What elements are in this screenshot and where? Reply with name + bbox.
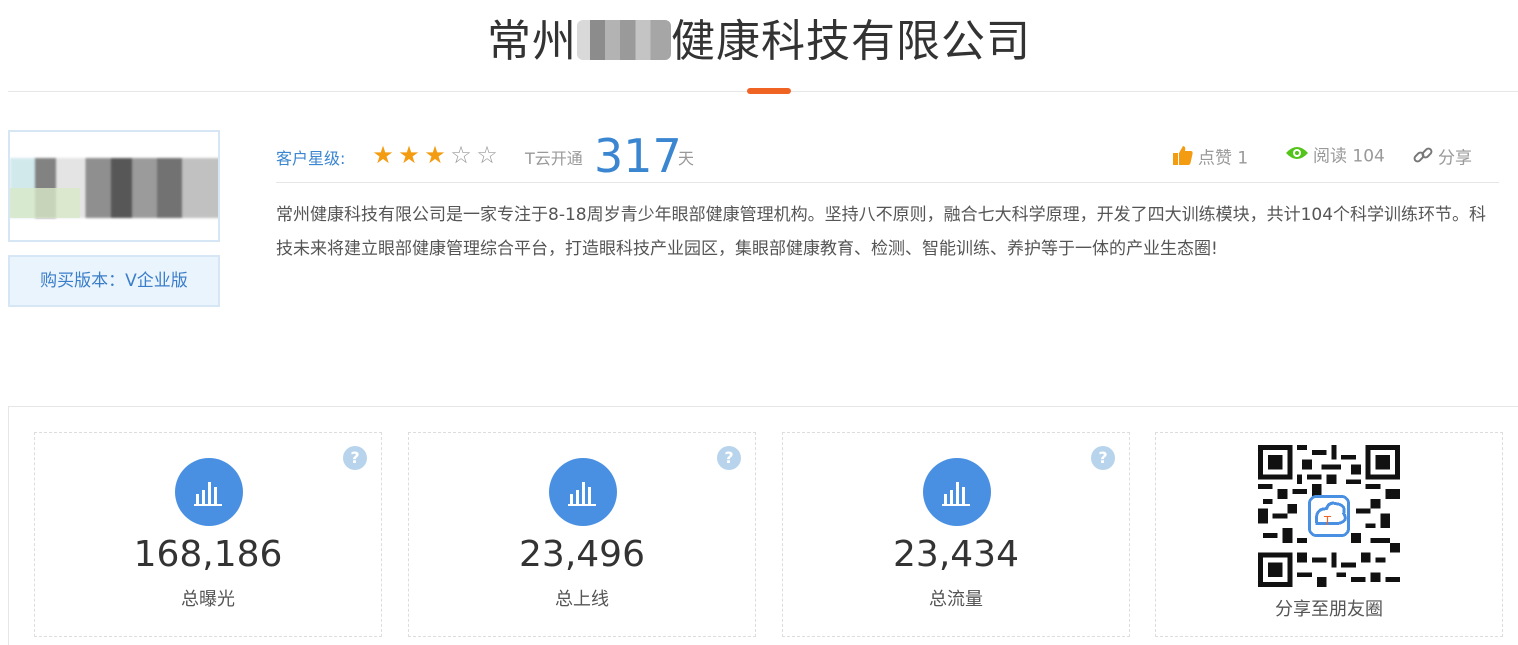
share-label: 分享 bbox=[1438, 148, 1472, 169]
read-count: 阅读 104 bbox=[1285, 144, 1385, 168]
stat-card-traffic: ? 23,434 总流量 bbox=[782, 432, 1130, 637]
stat-card-exposure: ? 168,186 总曝光 bbox=[34, 432, 382, 637]
stat-label: 总曝光 bbox=[181, 589, 235, 610]
svg-text:T: T bbox=[1324, 513, 1332, 528]
help-icon[interactable]: ? bbox=[343, 446, 367, 470]
title-suffix: 健康科技有限公司 bbox=[671, 16, 1031, 67]
like-button[interactable]: 点赞 1 bbox=[1172, 144, 1249, 169]
redacted-name-mask bbox=[577, 20, 671, 60]
stat-card-online: ? 23,496 总上线 bbox=[408, 432, 756, 637]
version-badge: 购买版本：V企业版 bbox=[8, 255, 220, 307]
company-description: 常州健康科技有限公司是一家专注于8-18周岁青少年眼部健康管理机构。坚持八不原则… bbox=[276, 205, 1487, 259]
star-rating-label: 客户星级: bbox=[276, 149, 346, 168]
star-rating: ★ ★ ★ ☆ ☆ bbox=[370, 142, 500, 168]
bar-chart-icon bbox=[549, 458, 617, 526]
stat-value: 23,434 bbox=[893, 534, 1019, 575]
stat-label: 总上线 bbox=[555, 589, 609, 610]
help-icon[interactable]: ? bbox=[717, 446, 741, 470]
star-filled-icon: ★ bbox=[424, 141, 446, 169]
link-icon bbox=[1412, 144, 1434, 173]
bar-chart-icon bbox=[923, 458, 991, 526]
star-empty-icon: ☆ bbox=[450, 141, 472, 169]
days-value: 317 bbox=[594, 129, 682, 183]
tyun-label: T云开通 bbox=[525, 149, 583, 168]
qr-share-label: 分享至朋友圈 bbox=[1275, 599, 1383, 620]
title-accent-bar bbox=[747, 88, 791, 94]
help-icon[interactable]: ? bbox=[1091, 446, 1115, 470]
qr-code[interactable]: T bbox=[1258, 445, 1400, 587]
read-label: 阅读 104 bbox=[1313, 146, 1385, 167]
star-filled-icon: ★ bbox=[372, 141, 394, 169]
meta-divider bbox=[276, 182, 1499, 183]
logo-image-blurred-part bbox=[10, 188, 80, 218]
company-logo bbox=[8, 130, 220, 242]
like-label: 点赞 1 bbox=[1198, 148, 1249, 169]
share-button[interactable]: 分享 bbox=[1412, 144, 1472, 169]
stat-label: 总流量 bbox=[929, 589, 983, 610]
bar-chart-icon bbox=[175, 458, 243, 526]
stat-value: 23,496 bbox=[519, 534, 645, 575]
star-filled-icon: ★ bbox=[398, 141, 420, 169]
company-title: 常州 健康科技有限公司 bbox=[0, 12, 1518, 72]
qr-share-card: T 分享至朋友圈 bbox=[1155, 432, 1503, 637]
stat-value: 168,186 bbox=[133, 534, 283, 575]
eye-icon bbox=[1285, 144, 1309, 169]
page-header: 常州 健康科技有限公司 bbox=[0, 0, 1518, 92]
meta-row: 客户星级: ★ ★ ★ ☆ ☆ T云开通 317 天 点赞 1 阅读 104 分享 bbox=[276, 130, 1499, 182]
star-empty-icon: ☆ bbox=[476, 141, 498, 169]
title-prefix: 常州 bbox=[487, 16, 577, 67]
days-unit: 天 bbox=[678, 149, 695, 168]
thumbs-up-icon bbox=[1172, 144, 1194, 173]
